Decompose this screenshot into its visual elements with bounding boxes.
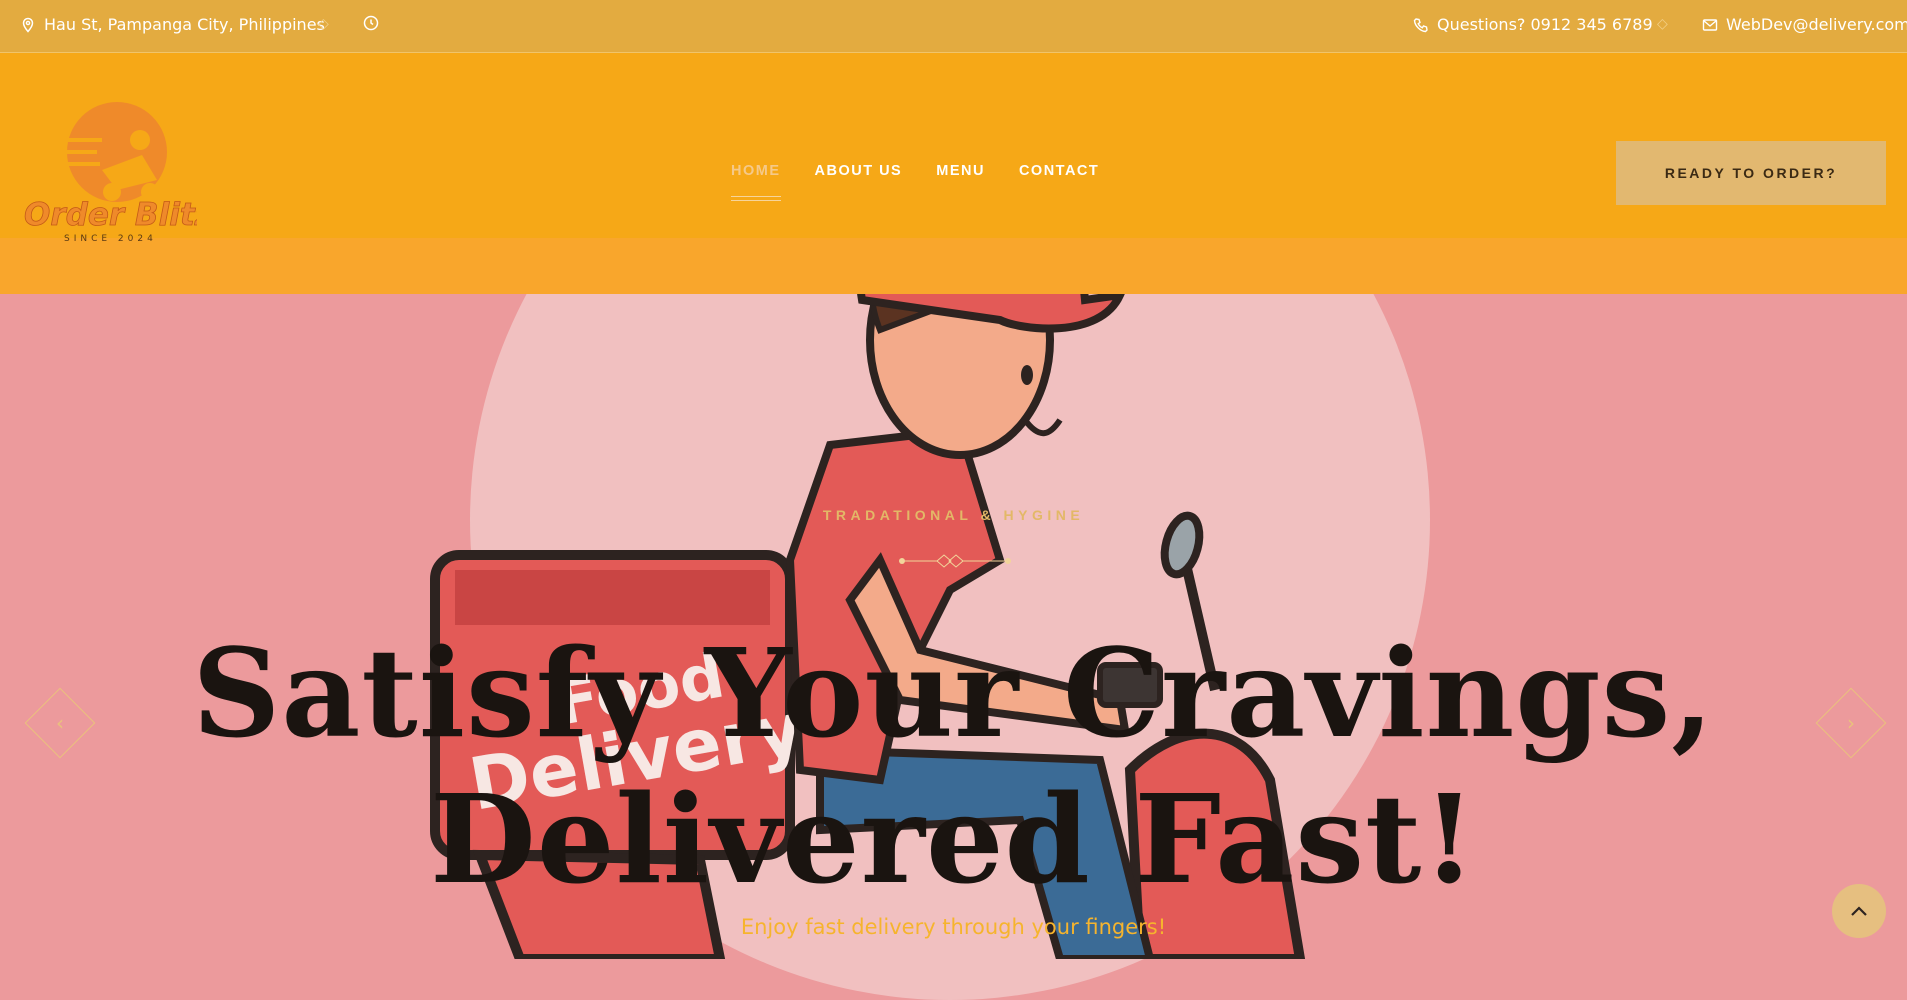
order-blitz-logo[interactable]: Order Blitz SINCE 2024 bbox=[22, 100, 197, 245]
phone-info[interactable]: Questions? 0912 345 6789 bbox=[1413, 15, 1653, 34]
separator-diamond-icon: ◇ bbox=[1657, 16, 1668, 32]
map-pin-icon bbox=[22, 17, 34, 33]
hero-title-line-1: Satisfy Your Cravings, bbox=[192, 621, 1715, 765]
ornament-divider-icon bbox=[899, 554, 1011, 568]
chevron-up-icon bbox=[1851, 906, 1867, 916]
address-text: Hau St, Pampanga City, Philippines bbox=[44, 15, 325, 34]
hero-title: Satisfy Your Cravings, Delivered Fast! bbox=[0, 620, 1907, 912]
logo-wordmark: Order Blitz bbox=[24, 197, 197, 233]
nav-about-us[interactable]: ABOUT US bbox=[815, 163, 903, 179]
address-info: Hau St, Pampanga City, Philippines bbox=[20, 15, 325, 34]
top-info-bar: Hau St, Pampanga City, Philippines ◇ Que… bbox=[0, 0, 1907, 53]
nav-contact[interactable]: CONTACT bbox=[1019, 163, 1099, 179]
email-info[interactable]: WebDev@delivery.com bbox=[1702, 15, 1907, 34]
main-nav: HOME ABOUT US MENU CONTACT bbox=[731, 163, 1099, 201]
chevron-left-icon: ‹ bbox=[56, 711, 64, 735]
hours-info bbox=[363, 15, 379, 31]
email-text[interactable]: WebDev@delivery.com bbox=[1726, 15, 1907, 34]
mail-icon bbox=[1702, 18, 1718, 31]
separator-diamond-icon: ◇ bbox=[318, 16, 329, 32]
logo-tagline: SINCE 2024 bbox=[64, 234, 157, 244]
ready-to-order-button[interactable]: READY TO ORDER? bbox=[1616, 141, 1886, 205]
phone-icon bbox=[1413, 17, 1428, 32]
scroll-to-top-button[interactable] bbox=[1832, 884, 1886, 938]
hero-eyebrow: TRADATIONAL & HYGINE bbox=[822, 507, 1085, 523]
hero-subtitle: Enjoy fast delivery through your fingers… bbox=[740, 915, 1167, 939]
chevron-right-icon: › bbox=[1847, 711, 1855, 735]
nav-home[interactable]: HOME bbox=[731, 163, 781, 201]
nav-menu[interactable]: MENU bbox=[936, 163, 985, 179]
phone-text[interactable]: Questions? 0912 345 6789 bbox=[1437, 15, 1653, 34]
clock-icon bbox=[363, 15, 379, 31]
hero-title-line-2: Delivered Fast! bbox=[430, 767, 1477, 911]
header-bottom-strip bbox=[0, 238, 1907, 294]
